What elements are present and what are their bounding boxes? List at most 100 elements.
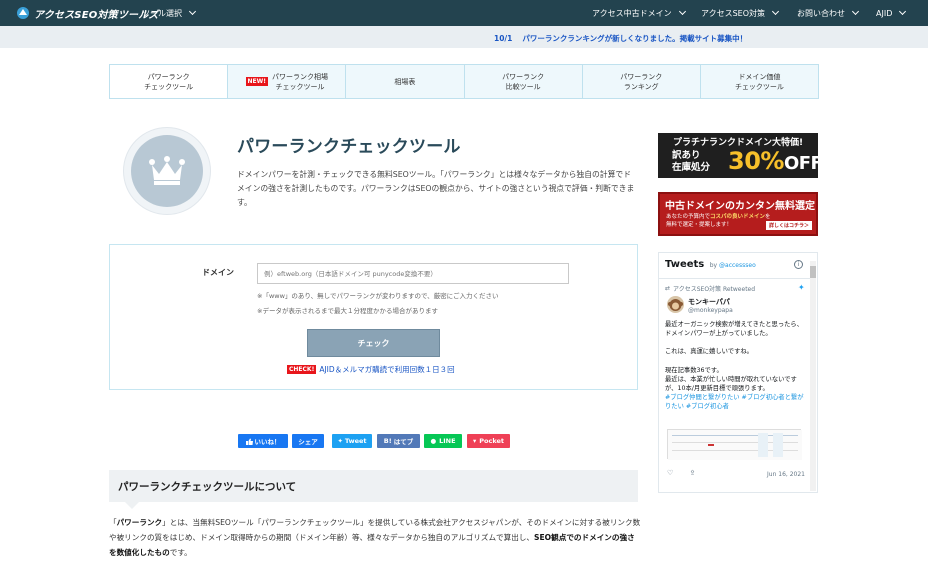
text-bold: パワーランク: [116, 518, 163, 527]
info-icon[interactable]: i: [794, 260, 803, 269]
text-fragment: 「: [109, 518, 117, 527]
domain-selection-banner[interactable]: 中古ドメインのカンタン無料選定 あなたの予算内でコスパの良いドメインを 無料で選定…: [658, 192, 818, 236]
tab-domain-value[interactable]: ドメイン価値 チェックツール: [699, 65, 818, 98]
hatena-label: はてブ: [393, 438, 414, 446]
discount-off: OFF: [783, 153, 818, 174]
new-badge: NEW!: [245, 77, 268, 86]
platinum-domain-banner[interactable]: プラチナランクドメイン大特価! 訳あり 在庫処分 30%OFF: [658, 133, 818, 178]
tab-label: チェックツール: [734, 82, 784, 91]
nav-tool-select[interactable]: ツール選択: [142, 0, 197, 26]
banner-left: 訳あり 在庫処分: [672, 150, 710, 174]
logo-text: アクセスSEO対策ツールズ: [34, 9, 159, 21]
twitter-bird-icon[interactable]: ✦: [798, 283, 805, 292]
nav-label: お問い合わせ: [797, 8, 845, 18]
fb-share-button[interactable]: シェア: [292, 434, 324, 448]
heading-pointer: [125, 502, 139, 509]
tweet-button[interactable]: ✦ Tweet: [332, 434, 372, 448]
twitter-icon: ✦: [337, 437, 343, 445]
nav-label: アクセスSEO対策: [701, 8, 766, 18]
tweet-image[interactable]: [667, 429, 802, 460]
pocket-label: Pocket: [479, 437, 504, 445]
tab-powerrank-compare[interactable]: パワーランク 比較ツール: [463, 65, 582, 98]
chevron-down-icon: [678, 7, 686, 16]
tab-price-table[interactable]: 相場表: [345, 65, 463, 98]
banner-text: 訳あり: [672, 150, 701, 161]
line-icon: ●: [430, 437, 437, 445]
banner-detail-button: 詳しくはコチラ＞: [765, 221, 812, 230]
banner-text: コスパの良いドメイン: [710, 214, 766, 220]
tweet-line: 最近オーガニック検索が増えてきたと思ったら、ドメインパワーが上がっていました。: [665, 321, 804, 338]
nav-contact[interactable]: お問い合わせ: [797, 0, 860, 26]
banner-text: あなたの予算内で: [666, 214, 711, 220]
tab-powerrank-ranking[interactable]: パワーランク ランキング: [581, 65, 700, 98]
tweet-line: 最近は、本業が忙しい時間が取れていないですが、10本/月更新目標で頑張ります。: [665, 375, 797, 393]
notice-text: パワーランクランキングが新しくなりました。掲載サイト募集中！: [522, 34, 748, 43]
line-button[interactable]: ● LINE: [424, 434, 462, 448]
check-button[interactable]: チェック: [307, 329, 440, 357]
hero-emblem-inner: [131, 135, 203, 207]
section-heading: パワーランクチェックツールについて: [109, 470, 638, 502]
heart-icon[interactable]: ♡: [667, 469, 673, 477]
tweet-line: 現在記事数36です。: [665, 366, 723, 374]
hatena-icon: B!: [383, 437, 392, 445]
tweet-date[interactable]: Jun 16, 2021: [767, 471, 805, 478]
site-logo[interactable]: アクセスSEO対策ツールズ: [16, 5, 159, 21]
tweet-hashtags[interactable]: #ブログ仲間と繋がりたい #ブログ初心者と繋がりたい #ブログ初心者: [665, 393, 807, 411]
tab-label: 相場表: [394, 77, 416, 86]
banner-sub: あなたの予算内でコスパの良いドメインを 無料で選定・提案します！: [666, 213, 771, 229]
retweet-label: ⇄ アクセスSEO対策 Retweeted: [665, 284, 755, 293]
banner-headline: 中古ドメインのカンタン無料選定: [665, 201, 815, 212]
check-promo-link[interactable]: CHECK! AJID＆メルマガ購読で利用回数１日３回: [287, 364, 455, 375]
notice-date: 10/1: [494, 34, 513, 43]
section-body: 「パワーランク」とは、当無料SEOツール「パワーランクチェックツール」を提供して…: [109, 515, 641, 560]
tab-powerrank-check[interactable]: パワーランク チェックツール: [110, 65, 228, 98]
domain-input[interactable]: [257, 263, 569, 284]
tool-tabs: パワーランク チェックツール NEW! パワーランク相場 チェックツール 相場表 パ…: [109, 64, 819, 99]
tab-label: パワーランク: [147, 72, 190, 81]
page-description: ドメインパワーを計測・チェックできる無料SEOツール。「パワーランク」とは様々な…: [237, 170, 635, 207]
tweets-widget: Tweets by @accessseo i ⇄ アクセスSEO対策 Retwee…: [658, 252, 818, 493]
share-icon[interactable]: ⇪: [690, 469, 696, 477]
tab-label: チェックツール: [144, 82, 194, 91]
banner-discount: 30%OFF: [728, 147, 818, 175]
discount-value: 30%: [728, 147, 784, 175]
notice-link[interactable]: 10/1 パワーランクランキングが新しくなりました。掲載サイト募集中！: [494, 33, 747, 44]
pocket-button[interactable]: ▾ Pocket: [467, 434, 510, 448]
tweet-text: 最近オーガニック検索が増えてきたと思ったら、ドメインパワーが上がっていました。 …: [665, 320, 807, 412]
share-label: シェア: [298, 438, 318, 446]
thumbs-up-icon: [245, 438, 253, 445]
tweet-line: これは、真運に嬉しいですね。: [665, 348, 753, 356]
nav-label: ツール選択: [142, 8, 182, 18]
tweet-author-handle[interactable]: @monkeypapa: [688, 307, 733, 314]
nav-ajid[interactable]: AJID: [876, 0, 907, 26]
chevron-down-icon: [851, 7, 860, 16]
check-form: ドメイン ※「www」のあり、無しでパワーランクが変わりますので、厳密にご入力く…: [109, 244, 638, 390]
tweet-image-thumbnail: [668, 430, 802, 460]
tweets-scrollbar[interactable]: [810, 261, 816, 491]
tweets-account-link[interactable]: @accessseo: [719, 262, 756, 269]
retweet-text: アクセスSEO対策 Retweeted: [673, 286, 756, 293]
retweet-icon: ⇄: [665, 285, 671, 292]
check-badge: CHECK!: [287, 365, 317, 374]
hatena-button[interactable]: B! はてブ: [377, 434, 420, 448]
tweet-author-name[interactable]: モンキーパパ: [688, 297, 730, 307]
tweets-by: by: [709, 262, 718, 269]
tab-powerrank-price[interactable]: NEW! パワーランク相場 チェックツール: [227, 65, 345, 98]
chevron-down-icon: [899, 7, 907, 16]
nav-used-domain[interactable]: アクセス中古ドメイン: [592, 0, 686, 26]
note-www: ※「www」のあり、無しでパワーランクが変わりますので、厳密にご入力ください: [257, 292, 499, 300]
chevron-down-icon: [188, 7, 197, 16]
tab-label: パワーランク相場: [272, 72, 328, 81]
tab-label: ランキング: [623, 82, 659, 91]
tweet-label: Tweet: [344, 437, 367, 445]
check-promo-text: AJID＆メルマガ購読で利用回数１日３回: [319, 365, 455, 374]
tweets-title-text: Tweets: [665, 259, 705, 270]
pocket-icon: ▾: [472, 437, 477, 445]
avatar[interactable]: [667, 296, 684, 313]
scrollbar-thumb[interactable]: [810, 266, 816, 278]
banner-text: 無料で選定・提案します！: [666, 222, 733, 228]
tab-label: 比較ツール: [505, 82, 541, 91]
like-button[interactable]: いいね！: [238, 434, 288, 448]
logo-icon: [17, 7, 29, 19]
nav-seo[interactable]: アクセスSEO対策: [701, 0, 780, 26]
